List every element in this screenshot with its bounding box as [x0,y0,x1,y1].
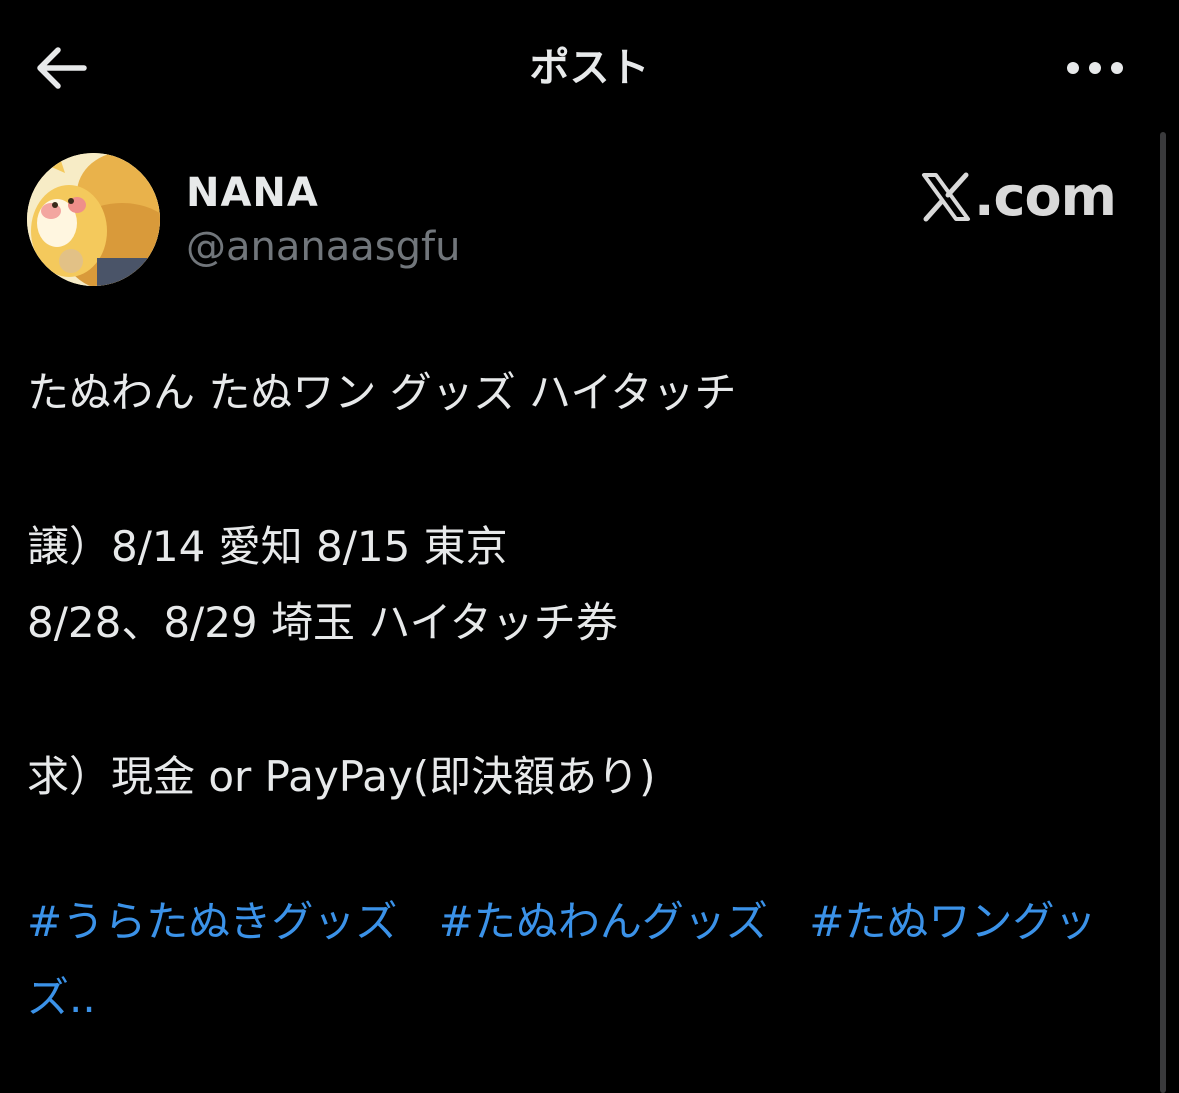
hashtag-link[interactable]: #うらたぬきグッズ [27,897,397,946]
avatar-image [27,153,160,286]
brand-text: .com [974,165,1117,228]
hashtag-link[interactable]: #たぬわんグッズ [439,897,768,946]
author-display-name[interactable]: NANA [186,166,319,220]
post-line: たぬわん たぬワン グッズ ハイタッチ [27,368,737,417]
more-options-button[interactable] [1050,38,1140,98]
x-logo-icon [922,172,970,222]
brand-watermark: .com [920,162,1120,232]
avatar[interactable] [27,153,160,286]
scrollbar[interactable] [1160,132,1166,1093]
author-handle[interactable]: @ananaasgfu [186,220,460,274]
post-line: 譲）8/14 愛知 8/15 東京 [27,522,508,571]
post-line: 8/28、8/29 埼玉 ハイタッチ券 [27,598,618,647]
top-bar: ポスト [0,0,1179,132]
hashtag-list: #うらたぬきグッズ #たぬわんグッズ #たぬワングッズ.. [27,884,1147,1036]
more-horizontal-icon [1067,62,1123,74]
page-title: ポスト [529,45,650,91]
post-line: 求）現金 or PayPay(即決額あり) [27,752,656,801]
